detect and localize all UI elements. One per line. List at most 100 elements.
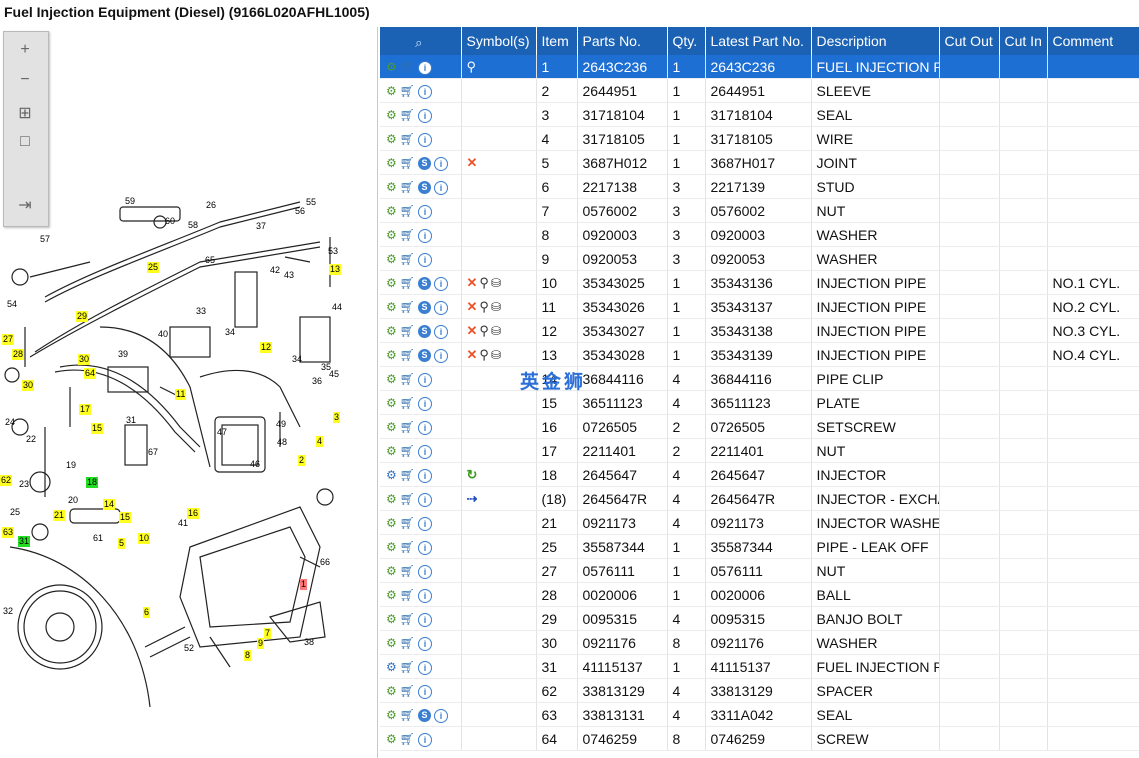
callout-label[interactable]: 26: [205, 200, 217, 211]
table-row[interactable]: ⚙🛒︎i3141115137141115137FUEL INJECTION PU…: [380, 654, 1139, 679]
callout-label[interactable]: 65: [204, 255, 216, 266]
search-column-icon[interactable]: ⌕: [415, 36, 422, 49]
cross-icon[interactable]: ✕: [467, 347, 478, 363]
callout-label[interactable]: 45: [328, 369, 340, 380]
gear-icon[interactable]: ⚙: [386, 397, 397, 410]
table-row[interactable]: ⚙ 🛒︎ i 17 2211401 2 2211401 NUT: [380, 438, 1139, 463]
cross-icon[interactable]: ✕: [467, 275, 478, 291]
table-row[interactable]: ⚙ 🛒︎ i 9 0920053 3 0920053 WASHER: [380, 246, 1139, 271]
table-row[interactable]: ⚙ 🛒︎ i 4 31718105 1 31718105 WIRE: [380, 126, 1139, 151]
callout-label[interactable]: 3: [333, 412, 341, 423]
cross-icon[interactable]: ✕: [467, 155, 478, 171]
table-row[interactable]: ⚙ 🛒︎ i 29 0095315 4 0095315 BANJO BOLT: [380, 606, 1139, 631]
table-row[interactable]: ⚙ 🛒︎ Si ✕ ⚲ ⛁ 13 35343028 1 35343139 INJECTION PIP…: [380, 342, 1139, 367]
callout-label[interactable]: 32: [2, 606, 14, 617]
callout-label[interactable]: 1: [300, 579, 308, 590]
callout-label[interactable]: 23: [18, 479, 30, 490]
pin-icon[interactable]: ⚲: [479, 347, 489, 363]
cross-icon[interactable]: ✕: [467, 323, 478, 339]
info-icon[interactable]: i: [418, 132, 432, 147]
table-row[interactable]: ⚙ 🛒︎ i 27 0576111 1 0576111 NUT: [380, 558, 1139, 583]
column-header-parts-no[interactable]: Parts No.: [577, 27, 668, 55]
info-icon[interactable]: i: [418, 612, 432, 627]
column-header-cut-in[interactable]: Cut In: [999, 27, 1048, 55]
info-icon[interactable]: i: [418, 564, 432, 579]
gear-icon[interactable]: ⚙: [386, 445, 397, 458]
table-row[interactable]: ⚙ 🛒︎ i 62 33813129 4 33813129 SPACER: [380, 678, 1139, 703]
cart-icon[interactable]: 🛒︎: [400, 613, 415, 626]
callout-label[interactable]: 2: [298, 455, 306, 466]
table-row[interactable]: ⚙ 🛒︎ Si ✕ ⚲ ⛁ 10 35343025 1 35343136 INJECTION PIP…: [380, 270, 1139, 295]
info-icon[interactable]: i: [434, 156, 448, 171]
callout-label[interactable]: 20: [67, 495, 79, 506]
table-row[interactable]: ⚙ 🛒︎ i 15 36511123 4 36511123 PLATE: [380, 390, 1139, 415]
gear-icon[interactable]: ⚙: [386, 181, 397, 194]
callout-label[interactable]: 63: [2, 527, 15, 538]
callout-label[interactable]: 62: [0, 475, 13, 486]
callout-label[interactable]: 58: [187, 220, 199, 231]
cart-icon[interactable]: 🛒︎: [400, 637, 415, 650]
cylinder-icon[interactable]: ⛁: [491, 348, 501, 362]
cart-icon[interactable]: 🛒︎: [400, 85, 415, 98]
info-icon[interactable]: i: [418, 444, 432, 459]
info-icon[interactable]: i: [418, 684, 432, 699]
info-icon[interactable]: i: [418, 540, 432, 555]
gear-icon[interactable]: ⚙: [386, 565, 397, 578]
callout-label[interactable]: 30: [22, 380, 35, 391]
info-icon[interactable]: i: [418, 108, 432, 123]
info-icon[interactable]: i: [418, 60, 432, 75]
gear-icon[interactable]: ⚙: [386, 205, 397, 218]
cart-icon[interactable]: 🛒︎: [400, 229, 415, 242]
callout-label[interactable]: 33: [195, 306, 207, 317]
gear-icon[interactable]: ⚙: [386, 85, 397, 98]
fit-page-icon[interactable]: □: [14, 132, 36, 152]
cart-icon[interactable]: 🛒︎: [400, 661, 415, 674]
cart-icon[interactable]: 🛒︎: [400, 493, 415, 506]
column-header-item[interactable]: Item: [536, 27, 578, 55]
s-badge-icon[interactable]: S: [418, 277, 431, 291]
info-icon[interactable]: i: [418, 420, 432, 435]
table-row[interactable]: ⚙ 🛒︎ Si 63 33813131 4 3311A042 SEAL: [380, 702, 1139, 727]
pin-icon[interactable]: ⚲: [479, 275, 489, 291]
gear-icon[interactable]: ⚙: [386, 133, 397, 146]
callout-label[interactable]: 59: [124, 196, 136, 207]
callout-label[interactable]: 31: [125, 415, 137, 426]
s-badge-icon[interactable]: S: [418, 349, 431, 363]
cylinder-icon[interactable]: ⛁: [491, 276, 501, 290]
table-row[interactable]: ⚙ 🛒︎ i 28 0020006 1 0020006 BALL: [380, 582, 1139, 607]
callout-label[interactable]: 31: [18, 536, 31, 547]
cart-icon[interactable]: 🛒︎: [400, 109, 415, 122]
callout-label[interactable]: 4: [316, 436, 324, 447]
table-row[interactable]: ⚙ 🛒︎ Si ✕ ⚲ ⛁ 12 35343027 1 35343138 INJECTION PIP…: [380, 318, 1139, 343]
table-row[interactable]: ⚙ 🛒︎ Si ✕ 5 3687H012 1 3687H017 JOINT: [380, 150, 1139, 175]
gear-icon[interactable]: ⚙: [386, 613, 397, 626]
column-header-qty[interactable]: Qty.: [667, 27, 706, 55]
table-row[interactable]: ⚙ 🛒︎ Si 6 2217138 3 2217139 STUD: [380, 174, 1139, 199]
table-row[interactable]: ⚙ 🛒︎ i 2 2644951 1 2644951 SLEEVE: [380, 78, 1139, 103]
info-icon[interactable]: i: [418, 84, 432, 99]
callout-label[interactable]: 47: [216, 427, 228, 438]
callout-label[interactable]: 43: [283, 270, 295, 281]
callout-label[interactable]: 7: [264, 628, 272, 639]
cart-icon[interactable]: 🛒︎: [400, 565, 415, 578]
callout-label[interactable]: 6: [143, 607, 151, 618]
callout-label[interactable]: 13: [329, 264, 342, 275]
info-icon[interactable]: i: [418, 252, 432, 267]
gear-icon[interactable]: ⚙: [386, 109, 397, 122]
info-icon[interactable]: i: [418, 636, 432, 651]
pin-icon[interactable]: ⚲: [467, 59, 477, 75]
cart-icon[interactable]: 🛒︎: [400, 517, 415, 530]
callout-label[interactable]: 55: [305, 197, 317, 208]
column-header-description[interactable]: Description: [811, 27, 940, 55]
callout-label[interactable]: 64: [84, 368, 97, 379]
callout-label[interactable]: 24: [4, 417, 16, 428]
table-row[interactable]: ⚙ 🛒︎ i 7 0576002 3 0576002 NUT: [380, 198, 1139, 223]
cart-icon[interactable]: 🛒︎: [400, 133, 415, 146]
table-row[interactable]: ⚙ 🛒︎ i 64 0746259 8 0746259 SCREW: [380, 726, 1139, 751]
callout-label[interactable]: 25: [9, 507, 21, 518]
info-icon[interactable]: i: [418, 204, 432, 219]
gear-icon[interactable]: ⚙: [386, 253, 397, 266]
table-row[interactable]: ⚙ 🛒︎ i ⇢ (18) 2645647R 4 2645647R INJECTOR - EXC…: [380, 486, 1139, 511]
cart-icon[interactable]: 🛒︎: [400, 61, 415, 74]
gear-icon[interactable]: ⚙: [386, 517, 397, 530]
